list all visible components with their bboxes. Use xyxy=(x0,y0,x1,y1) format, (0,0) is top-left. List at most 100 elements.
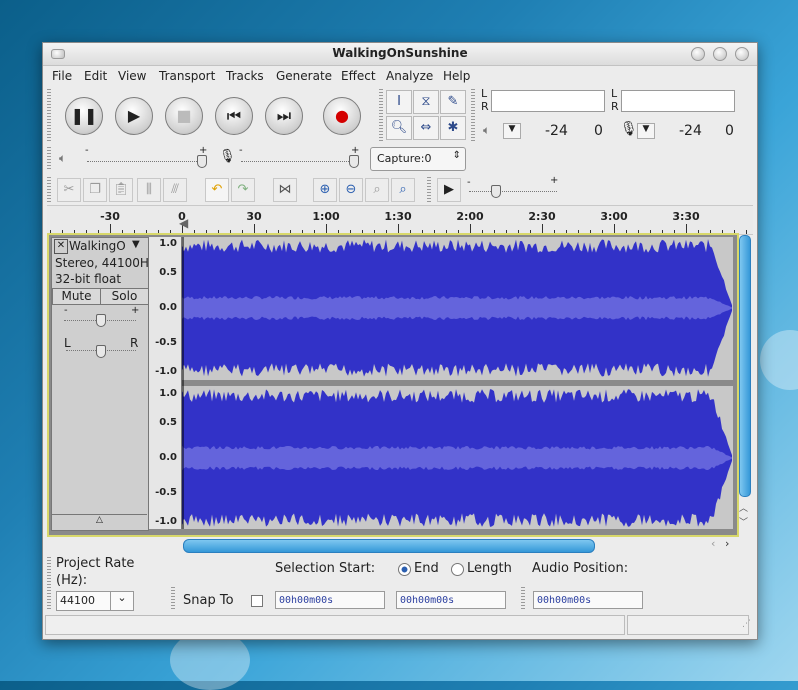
skip-to-end-button[interactable]: ⏭ xyxy=(265,97,303,135)
play-at-speed-button[interactable]: ▶ xyxy=(437,178,461,202)
solo-label: Solo xyxy=(111,289,138,303)
audio-position-time[interactable]: 00h00m00s xyxy=(533,591,643,609)
play-button[interactable]: ▶ xyxy=(115,97,153,135)
track-collapse-button[interactable]: △ xyxy=(52,514,147,530)
window-title: WalkingOnSunshine xyxy=(332,46,468,60)
capture-spin-icon: ⇕ xyxy=(452,150,461,161)
play-speed-thumb[interactable] xyxy=(491,185,501,198)
playback-meter-menu[interactable]: ▼ xyxy=(503,123,521,139)
speaker-icon: 🔈︎ xyxy=(483,123,491,137)
menu-help[interactable]: Help xyxy=(443,69,470,83)
menu-effect[interactable]: Effect xyxy=(341,69,376,83)
vertical-scroll-thumb[interactable] xyxy=(739,235,751,497)
snap-to-checkbox[interactable] xyxy=(251,595,263,607)
rec-scale-minus24: -24 xyxy=(679,123,702,139)
draw-tool-icon[interactable]: ✎ xyxy=(440,90,466,114)
input-volume-thumb[interactable] xyxy=(349,155,359,168)
gain-minus-label: - xyxy=(64,305,68,316)
trim-button[interactable]: ⫼ xyxy=(137,178,161,202)
input-volume-slider[interactable] xyxy=(241,161,357,163)
play-speed-slider[interactable] xyxy=(469,191,557,193)
skip-start-icon: ⏮ xyxy=(226,106,242,125)
paste-button[interactable]: 📋︎ xyxy=(109,178,133,202)
snap-to-label: Snap To xyxy=(183,593,234,608)
track-close-button[interactable]: ✕ xyxy=(54,239,68,254)
record-button[interactable]: ● xyxy=(323,97,361,135)
redo-button[interactable]: ↷ xyxy=(231,178,255,202)
menu-view[interactable]: View xyxy=(118,69,146,83)
toolbar-grip[interactable] xyxy=(47,177,51,203)
skip-to-start-button[interactable]: ⏮ xyxy=(215,97,253,135)
menu-file[interactable]: File xyxy=(52,69,72,83)
scroll-down-icon[interactable]: ﹀ xyxy=(739,515,748,528)
scroll-right-icon[interactable]: › xyxy=(725,537,729,550)
scale-label: 0.0 xyxy=(159,302,177,313)
selection-end-time[interactable]: 00h00m00s xyxy=(396,591,506,609)
waveform-area[interactable] xyxy=(182,237,733,529)
timeshift-tool-icon[interactable]: ⇔ xyxy=(413,116,439,140)
track-name-menu[interactable]: WalkingO xyxy=(69,239,126,253)
zoom-in-button[interactable]: ⊕ xyxy=(313,178,337,202)
toolbar-grip[interactable] xyxy=(521,587,525,609)
record-meter[interactable] xyxy=(621,90,735,112)
selection-start-label: Selection Start: xyxy=(275,561,376,576)
zoom-out-button[interactable]: ⊖ xyxy=(339,178,363,202)
resize-grip-icon[interactable]: ⋰ xyxy=(742,619,751,629)
toolbar-grip[interactable] xyxy=(171,587,175,609)
length-radio[interactable] xyxy=(451,563,464,576)
toolbar-grip[interactable] xyxy=(379,89,383,141)
cut-button[interactable]: ✂ xyxy=(57,178,81,202)
menu-analyze[interactable]: Analyze xyxy=(386,69,433,83)
timeline-ruler[interactable]: -30 0 30 1:00 1:30 2:00 2:30 3:00 3:30 ◀ xyxy=(47,205,753,235)
speed-slider-minus: - xyxy=(467,177,471,188)
fit-selection-button[interactable]: ⌕ xyxy=(365,178,389,202)
menu-edit[interactable]: Edit xyxy=(84,69,107,83)
menu-generate[interactable]: Generate xyxy=(276,69,332,83)
toolbar-grip[interactable] xyxy=(471,89,475,141)
record-meter-menu[interactable]: ▼ xyxy=(637,123,655,139)
menu-tracks[interactable]: Tracks xyxy=(226,69,264,83)
close-icon[interactable] xyxy=(735,47,749,61)
mute-button[interactable]: Mute xyxy=(52,288,101,305)
scroll-left-icon[interactable]: ‹ xyxy=(711,537,715,550)
output-volume-thumb[interactable] xyxy=(197,155,207,168)
stop-button[interactable]: ■ xyxy=(165,97,203,135)
horizontal-scroll-thumb[interactable] xyxy=(183,539,595,553)
minimize-icon[interactable] xyxy=(691,47,705,61)
multi-tool-icon[interactable]: ✱ xyxy=(440,116,466,140)
fit-project-button[interactable]: ⌕ xyxy=(391,178,415,202)
scale-label: 0.5 xyxy=(159,267,177,278)
project-rate-select[interactable]: 44100 ⌄ xyxy=(56,591,134,611)
menu-transport[interactable]: Transport xyxy=(159,69,215,83)
toolbar-grip[interactable] xyxy=(47,89,51,141)
maximize-icon[interactable] xyxy=(713,47,727,61)
gain-thumb[interactable] xyxy=(96,314,106,327)
sync-lock-button[interactable]: ⋈ xyxy=(273,178,297,202)
copy-button[interactable]: ❐ xyxy=(83,178,107,202)
capture-select[interactable]: Capture:0 ⇕ xyxy=(370,147,466,171)
scale-label: -0.5 xyxy=(155,487,177,498)
end-radio[interactable] xyxy=(398,563,411,576)
scroll-up-icon[interactable]: ︿ xyxy=(739,501,748,514)
silence-button[interactable]: ⫻ xyxy=(163,178,187,202)
undo-button[interactable]: ↶ xyxy=(205,178,229,202)
selection-tool-icon[interactable]: I xyxy=(386,90,412,114)
vertical-scrollbar[interactable]: ︿ ﹀ xyxy=(737,233,751,533)
audio-position-label: Audio Position: xyxy=(532,561,629,576)
rec-scale-zero: 0 xyxy=(725,123,734,139)
solo-button[interactable]: Solo xyxy=(100,288,149,305)
toolbar-grip[interactable] xyxy=(47,147,51,169)
envelope-tool-icon[interactable]: ⧖ xyxy=(413,90,439,114)
selection-start-time[interactable]: 00h00m00s xyxy=(275,591,385,609)
toolbar-grip[interactable] xyxy=(427,177,431,203)
output-volume-slider[interactable] xyxy=(87,161,205,163)
status-message xyxy=(45,615,625,635)
pause-button[interactable]: ❚❚ xyxy=(65,97,103,135)
menu-bar: File Edit View Transport Tracks Generate… xyxy=(43,66,757,86)
ruler-label: 3:30 xyxy=(672,210,700,223)
zoom-tool-icon[interactable]: 🔍︎ xyxy=(386,116,412,140)
microphone-icon: 🎙︎ xyxy=(620,121,638,137)
pan-thumb[interactable] xyxy=(96,345,106,358)
playback-meter[interactable] xyxy=(491,90,605,112)
toolbar-grip[interactable] xyxy=(47,557,51,609)
